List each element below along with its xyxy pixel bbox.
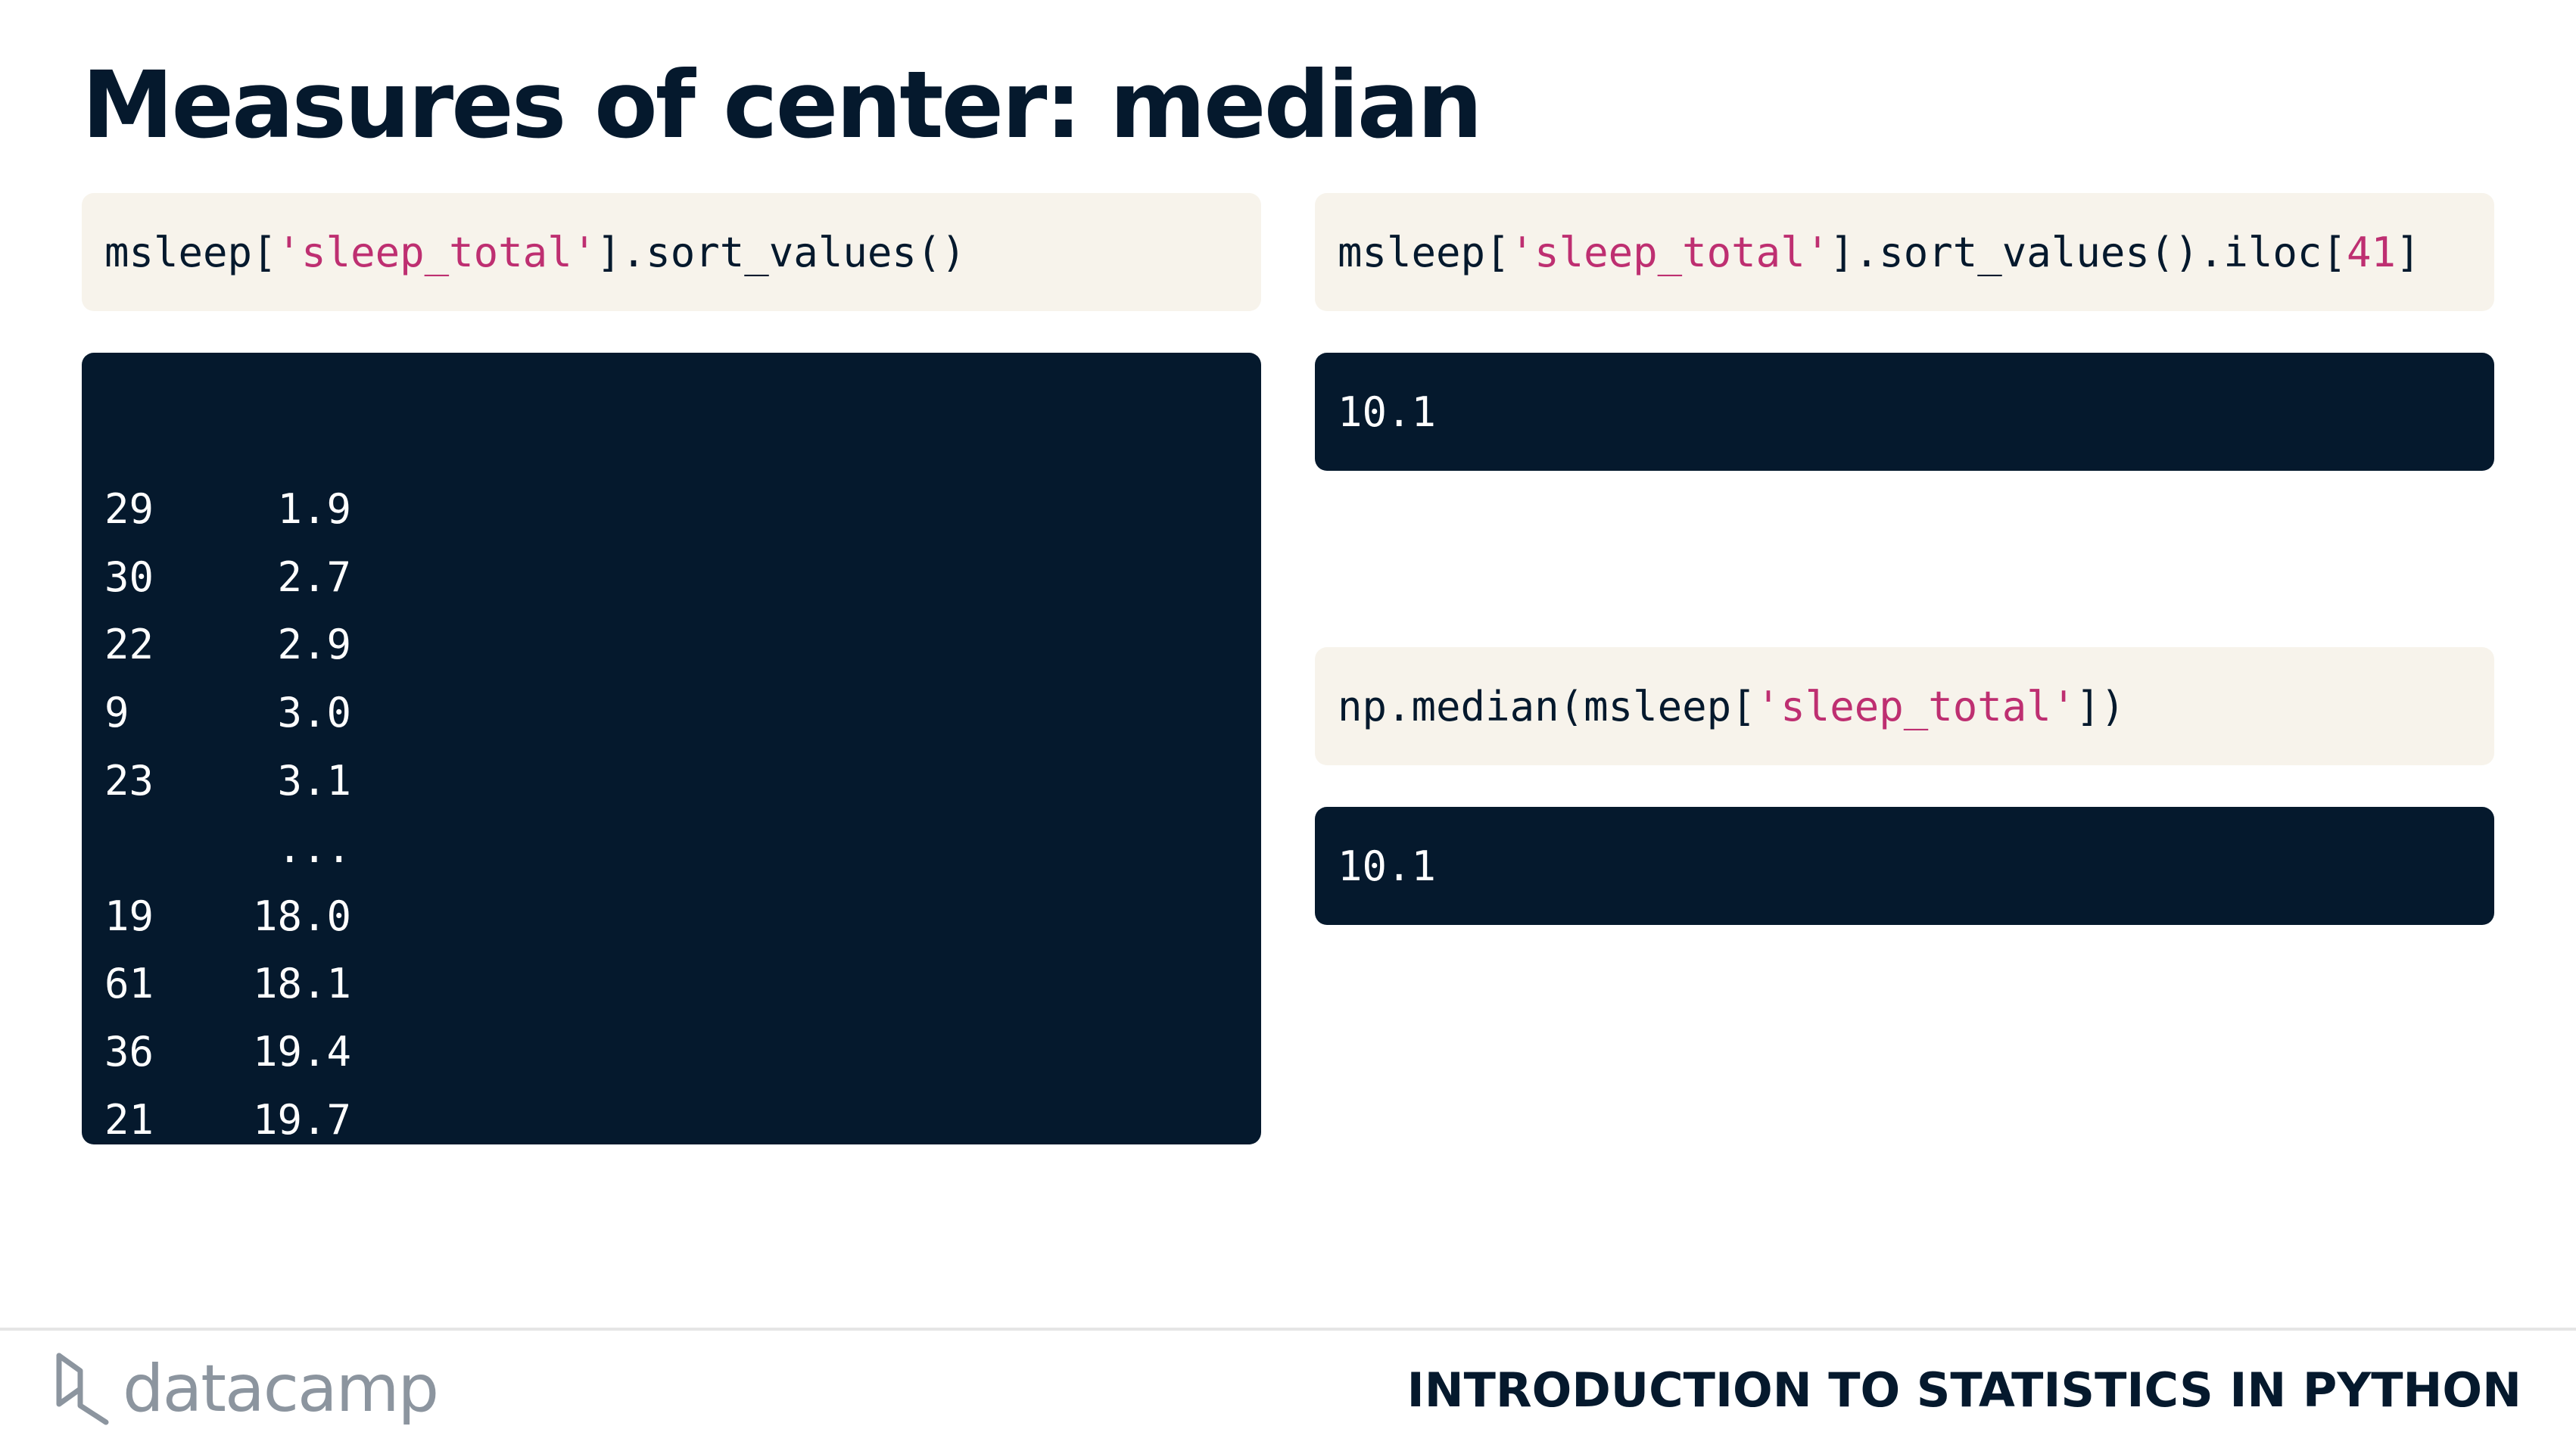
series-value: 1.9 — [277, 485, 351, 534]
series-value: 3.1 — [277, 756, 351, 805]
code-string: 'sleep_total' — [276, 228, 597, 276]
series-index: 19 — [104, 892, 154, 940]
code-string: 'sleep_total' — [1755, 682, 2076, 730]
series-value: 2.9 — [277, 621, 351, 669]
series-row: 23 3.1 — [104, 746, 1261, 814]
output-value: 10.1 — [1338, 842, 1437, 890]
series-value: 2.7 — [277, 553, 351, 601]
code-string: 'sleep_total' — [1509, 228, 1830, 276]
series-row: 21 19.7 — [104, 1085, 1261, 1154]
series-index: 22 — [104, 621, 154, 669]
code-number: 41 — [2346, 228, 2396, 276]
series-row: 61 18.1 — [104, 950, 1261, 1018]
series-row: 9 3.0 — [104, 679, 1261, 747]
series-value: 19.9 — [253, 1163, 352, 1212]
code-text: ].sort_values().iloc[ — [1830, 228, 2347, 276]
series-row: ... — [104, 814, 1261, 883]
code-text: msleep[ — [104, 228, 277, 276]
code-output-iloc-result: 10.1 — [1315, 353, 2494, 471]
series-rows: 29 1.9 30 2.7 22 2.9 9 3.0 23 3.1... 19 18.0 61 18.1 3… — [104, 475, 1261, 1222]
series-value: ... — [277, 824, 351, 873]
series-row: 36 19.4 — [104, 1018, 1261, 1086]
code-output-median-result: 10.1 — [1315, 807, 2494, 925]
series-index: 23 — [104, 756, 154, 805]
output-value: 10.1 — [1338, 388, 1437, 436]
code-text: msleep[ — [1338, 228, 1510, 276]
datacamp-logo-icon — [56, 1353, 109, 1425]
course-title: INTRODUCTION TO STATISTICS IN PYTHON — [1406, 1362, 2521, 1418]
series-row: 42 19.9 — [104, 1154, 1261, 1222]
code-input-iloc: msleep['sleep_total'].sort_values().iloc… — [1315, 193, 2494, 311]
slide-title: Measures of center: median — [82, 51, 1483, 159]
series-row: 30 2.7 — [104, 543, 1261, 612]
code-text: ].sort_values() — [596, 228, 966, 276]
series-index: 21 — [104, 1095, 154, 1144]
series-index: 30 — [104, 553, 154, 601]
series-index: 61 — [104, 960, 154, 1008]
logo-text: datacamp — [123, 1351, 439, 1427]
series-row: 19 18.0 — [104, 883, 1261, 951]
series-value: 19.4 — [253, 1028, 352, 1076]
series-value: 19.7 — [253, 1095, 352, 1144]
datacamp-logo: datacamp — [53, 1351, 439, 1427]
series-value: 3.0 — [277, 689, 351, 737]
series-index: 36 — [104, 1028, 154, 1076]
code-output-sorted-series: 29 1.9 30 2.7 22 2.9 9 3.0 23 3.1... 19 18.0 61 18.1 3… — [82, 353, 1261, 1211]
footer-divider — [0, 1328, 2576, 1331]
series-row: 22 2.9 — [104, 611, 1261, 679]
code-input-np-median: np.median(msleep['sleep_total']) — [1315, 647, 2494, 765]
series-index: 29 — [104, 485, 154, 534]
series-value: 18.1 — [253, 960, 352, 1008]
code-text: ]) — [2076, 682, 2126, 730]
series-row: 29 1.9 — [104, 475, 1261, 543]
code-text: ] — [2395, 228, 2421, 276]
code-text: np.median(msleep[ — [1338, 682, 1756, 730]
code-input-sort-values: msleep['sleep_total'].sort_values() — [82, 193, 1261, 311]
series-value: 18.0 — [253, 892, 352, 940]
series-index: 42 — [104, 1163, 154, 1212]
series-index: 9 — [104, 689, 129, 737]
